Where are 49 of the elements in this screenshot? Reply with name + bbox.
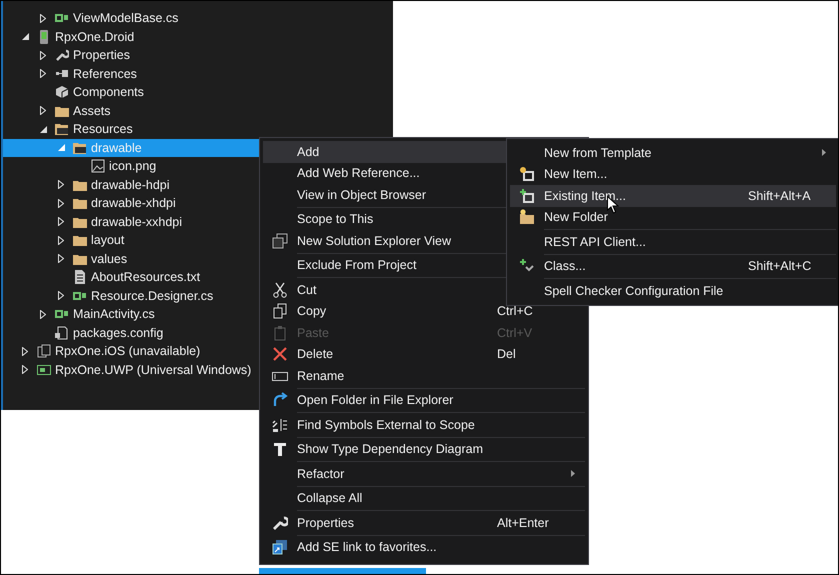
shortcut-text: Shift+Alt+A xyxy=(748,188,812,203)
tree-item[interactable]: Components xyxy=(3,83,393,102)
tree-item[interactable]: Resources xyxy=(3,120,393,138)
tree-item-label: RpxOne.Droid xyxy=(55,30,134,44)
tree-item-label: drawable-xhdpi xyxy=(91,196,176,210)
tree-item-label: RpxOne.iOS (unavailable) xyxy=(55,344,200,358)
menu-item[interactable]: New Folder xyxy=(510,206,836,228)
menu-item[interactable]: Add SE link to favorites... xyxy=(263,536,585,558)
shortcut-text: Del xyxy=(497,347,517,362)
menu-item[interactable]: Collapse All xyxy=(263,488,585,509)
tree-item-label: Assets xyxy=(73,104,111,118)
tree-item-label: Components xyxy=(73,85,144,100)
tree-item[interactable]: ViewModelBase.cs xyxy=(3,9,393,28)
menu-item[interactable]: Class... Shift+Alt+C xyxy=(510,256,836,277)
tree-item-label: Properties xyxy=(73,48,130,62)
tree-item-label: MainActivity.cs xyxy=(73,307,155,322)
menu-item[interactable]: REST API Client... xyxy=(510,231,836,252)
menu-item[interactable]: Refactor xyxy=(263,463,585,484)
tree-item-label: drawable-hdpi xyxy=(91,178,170,192)
tree-item[interactable]: References xyxy=(3,64,393,83)
menu-item[interactable]: Copy Ctrl+C xyxy=(263,300,585,322)
tree-item-label: values xyxy=(91,252,128,266)
shortcut-text: Ctrl+C xyxy=(497,304,534,318)
tree-item[interactable]: Properties xyxy=(3,46,393,64)
menu-item[interactable]: Find Symbols External to Scope xyxy=(263,414,585,436)
shortcut-text: Shift+Alt+C xyxy=(748,259,812,274)
shortcut-text: Alt+Enter xyxy=(497,516,550,530)
tree-item-label: RpxOne.UWP (Universal Windows) xyxy=(55,362,252,377)
shortcut-text: Ctrl+V xyxy=(497,326,534,340)
menu-item[interactable]: Properties Alt+Enter xyxy=(263,512,585,534)
menu-item[interactable]: New Item... xyxy=(510,164,836,185)
tree-item-label: drawable-xxhdpi xyxy=(91,214,182,229)
menu-item[interactable]: Show Type Dependency Diagram xyxy=(263,438,585,460)
tree-item[interactable]: RpxOne.Droid xyxy=(3,28,393,46)
menu-item[interactable]: Existing Item... Shift+Alt+A xyxy=(510,185,836,206)
tree-item-label: layout xyxy=(91,233,124,248)
tree-item-label: ViewModelBase.cs xyxy=(73,11,178,26)
menu-item[interactable]: Delete Del xyxy=(263,344,585,365)
tree-item-label: drawable xyxy=(91,140,142,155)
tree-item-label: References xyxy=(73,66,137,81)
menu-item[interactable]: Rename xyxy=(263,365,585,386)
tree-item-label: Resources xyxy=(73,122,133,136)
tree-item-label: AboutResources.txt xyxy=(91,270,200,284)
tree-item[interactable]: Assets xyxy=(3,102,393,120)
menu-item[interactable]: Spell Checker Configuration File xyxy=(510,280,836,302)
menu-item[interactable]: Open Folder in File Explorer xyxy=(263,390,585,411)
tree-item-label: packages.config xyxy=(73,326,164,340)
tree-item-label: Resource.Designer.cs xyxy=(91,288,214,303)
tree-item-label: icon.png xyxy=(109,159,156,174)
